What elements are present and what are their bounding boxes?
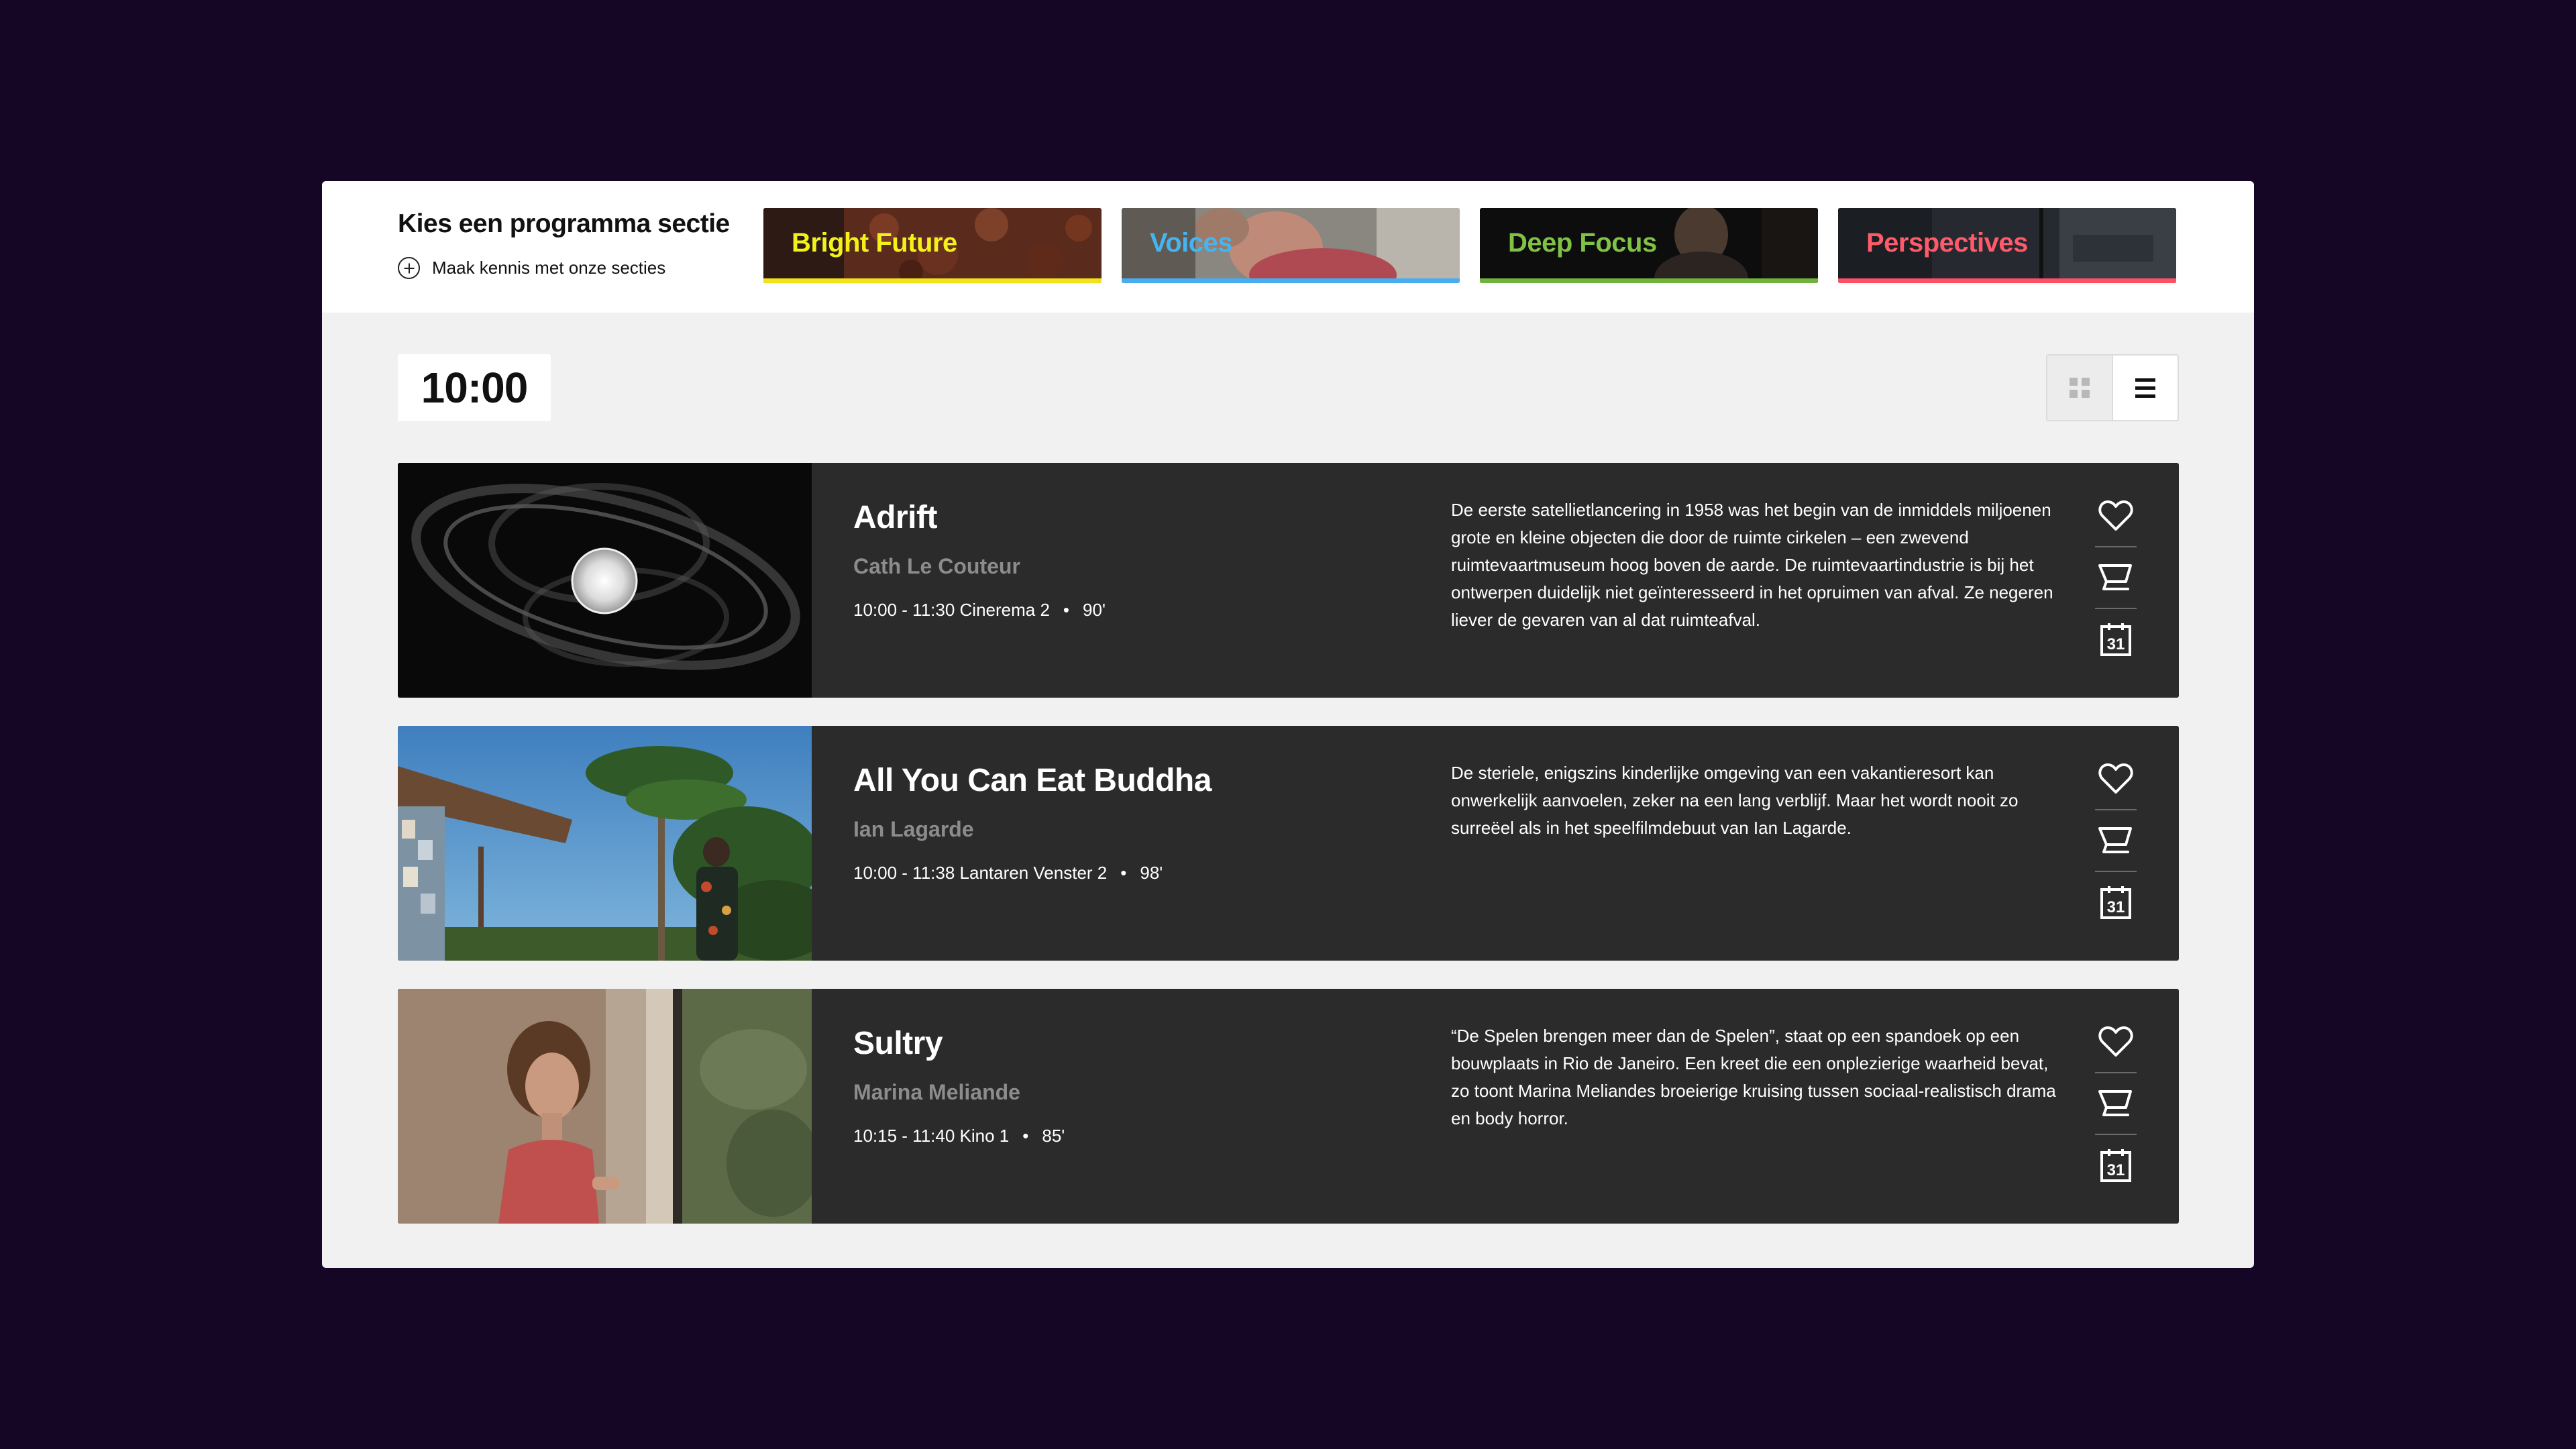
- section-label-voices: Voices: [1150, 228, 1233, 258]
- heart-icon: [2098, 763, 2133, 794]
- section-underline-bright-future: [763, 278, 1102, 283]
- screening-time-venue: 10:00 - 11:38 Lantaren Venster 2: [853, 863, 1108, 883]
- film-director: Ian Lagarde: [853, 817, 974, 841]
- section-underline-perspectives: [1838, 278, 2176, 283]
- heart-icon: [2098, 1026, 2133, 1057]
- favorite-button[interactable]: [2095, 1012, 2137, 1072]
- film-title[interactable]: Sultry: [853, 1025, 943, 1062]
- film-director: Marina Meliande: [853, 1080, 1020, 1104]
- film-card[interactable]: Adrift Cath Le Couteur 10:00 - 11:30 Cin…: [398, 463, 2179, 698]
- section-tile-deep-focus[interactable]: Deep Focus: [1480, 208, 1818, 283]
- film-description: De eerste satellietlancering in 1958 was…: [1451, 500, 2053, 630]
- film-duration: 90': [1083, 600, 1106, 620]
- all-you-can-eat-buddha-still: [398, 726, 812, 961]
- section-label-bright-future: Bright Future: [792, 228, 957, 258]
- cart-icon: [2098, 564, 2132, 590]
- calendar-day-label: 31: [2107, 635, 2125, 653]
- buy-ticket-button[interactable]: [2095, 547, 2137, 608]
- section-label-perspectives: Perspectives: [1866, 228, 2028, 258]
- sections-info-label: Maak kennis met onze secties: [432, 258, 666, 278]
- program-panel: Kies een programma sectie Maak kennis me…: [322, 181, 2254, 1268]
- buy-ticket-button[interactable]: [2095, 810, 2137, 871]
- section-underline-deep-focus: [1480, 278, 1818, 283]
- film-card[interactable]: All You Can Eat Buddha Ian Lagarde 10:00…: [398, 726, 2179, 961]
- film-title[interactable]: Adrift: [853, 499, 937, 536]
- view-toggle: [2046, 354, 2179, 421]
- film-description: “De Spelen brengen meer dan de Spelen”, …: [1451, 1026, 2056, 1128]
- section-heading: Kies een programma sectie: [398, 209, 730, 238]
- heart-icon: [2098, 500, 2133, 531]
- section-underline-voices: [1122, 278, 1460, 283]
- add-to-calendar-button[interactable]: 31: [2095, 1135, 2137, 1195]
- film-description: De steriele, enigszins kinderlijke omgev…: [1451, 763, 2019, 838]
- favorite-button[interactable]: [2095, 749, 2137, 809]
- film-screening-info: 10:00 - 11:38 Lantaren Venster 2 • 98': [853, 863, 1163, 883]
- film-thumbnail[interactable]: [398, 726, 812, 961]
- section-tile-perspectives[interactable]: Perspectives: [1838, 208, 2176, 283]
- film-title[interactable]: All You Can Eat Buddha: [853, 762, 1212, 799]
- grid-view-button[interactable]: [2047, 356, 2112, 420]
- time-slot-label: 10:00: [398, 354, 551, 421]
- film-screening-info: 10:00 - 11:30 Cinerema 2 • 90': [853, 600, 1106, 620]
- list-view-button[interactable]: [2112, 356, 2178, 420]
- screening-time-venue: 10:15 - 11:40 Kino 1: [853, 1126, 1010, 1146]
- sections-info-link[interactable]: Maak kennis met onze secties: [398, 257, 665, 279]
- list-icon: [2135, 378, 2155, 398]
- section-tile-bright-future[interactable]: Bright Future: [763, 208, 1102, 283]
- section-label-deep-focus: Deep Focus: [1508, 228, 1657, 258]
- film-actions: 31: [2095, 749, 2137, 943]
- film-thumbnail[interactable]: [398, 463, 812, 698]
- favorite-button[interactable]: [2095, 486, 2137, 546]
- film-card[interactable]: Sultry Marina Meliande 10:15 - 11:40 Kin…: [398, 989, 2179, 1224]
- film-actions: 31: [2095, 1012, 2137, 1206]
- adrift-still: [398, 463, 812, 698]
- plus-circle-icon: [398, 257, 420, 279]
- film-screening-info: 10:15 - 11:40 Kino 1 • 85': [853, 1126, 1065, 1146]
- calendar-icon: 31: [2100, 886, 2131, 919]
- film-duration: 98': [1140, 863, 1163, 883]
- buy-ticket-button[interactable]: [2095, 1073, 2137, 1134]
- film-director: Cath Le Couteur: [853, 554, 1020, 578]
- grid-icon: [2070, 378, 2090, 398]
- screening-time-venue: 10:00 - 11:30 Cinerema 2: [853, 600, 1050, 620]
- calendar-day-label: 31: [2107, 898, 2125, 916]
- film-actions: 31: [2095, 486, 2137, 680]
- calendar-icon: 31: [2100, 623, 2131, 656]
- cart-icon: [2098, 827, 2132, 853]
- sultry-still: [398, 989, 812, 1224]
- cart-icon: [2098, 1090, 2132, 1116]
- add-to-calendar-button[interactable]: 31: [2095, 872, 2137, 932]
- section-selector-bar: Kies een programma sectie Maak kennis me…: [322, 181, 2254, 313]
- calendar-day-label: 31: [2107, 1161, 2125, 1179]
- calendar-icon: 31: [2100, 1149, 2131, 1182]
- section-tile-voices[interactable]: Voices: [1122, 208, 1460, 283]
- film-duration: 85': [1042, 1126, 1065, 1146]
- add-to-calendar-button[interactable]: 31: [2095, 609, 2137, 669]
- film-thumbnail[interactable]: [398, 989, 812, 1224]
